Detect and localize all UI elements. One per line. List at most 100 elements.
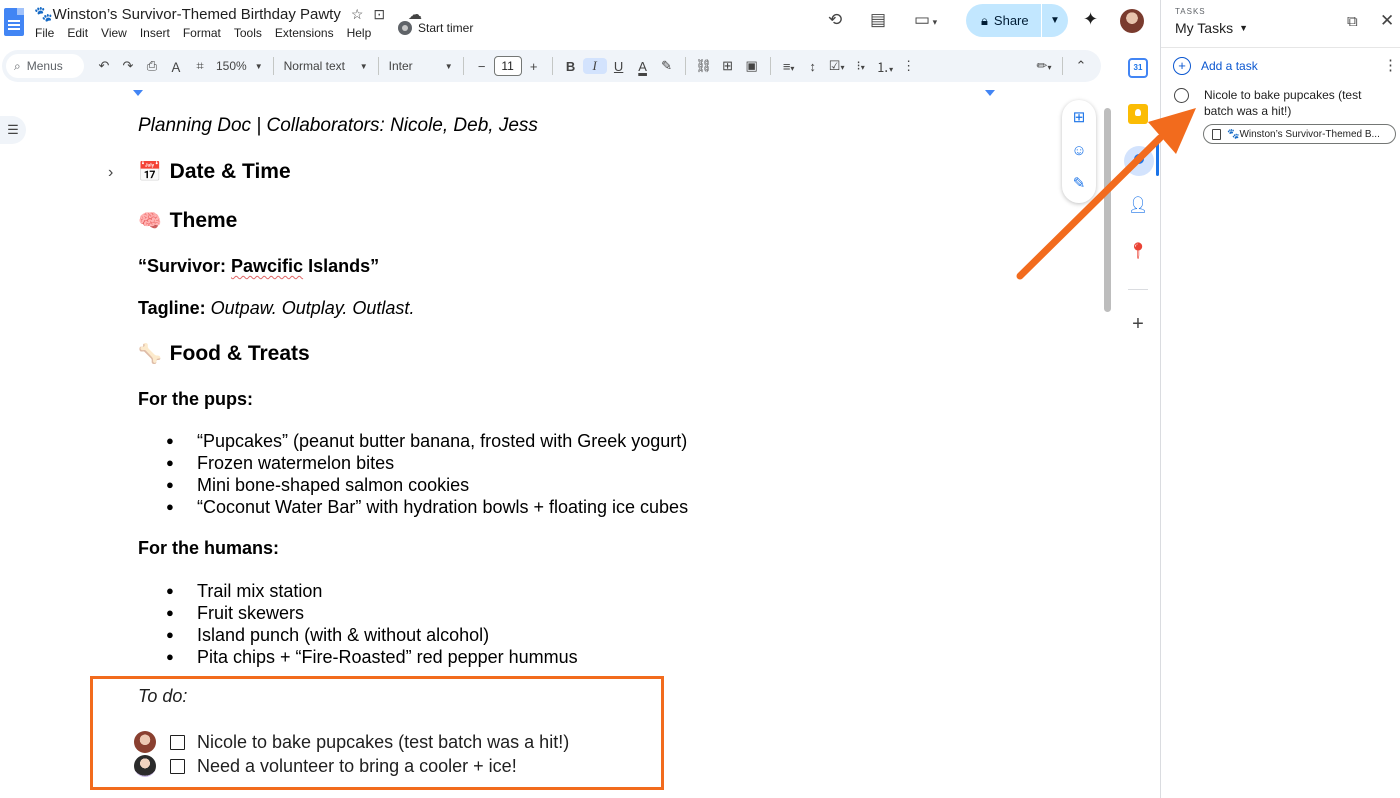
add-emoji-reaction-icon[interactable]: ☺ [1070,142,1088,160]
highlight-icon[interactable]: ✎ [655,58,679,74]
comments-icon[interactable]: ▤ [870,10,886,30]
text-color-icon[interactable]: A [631,59,655,74]
version-history-icon[interactable]: ⟲ [828,10,842,30]
spellcheck-icon[interactable]: Ａ [164,57,188,76]
tasks-app-icon[interactable] [1124,146,1154,176]
line-spacing-icon[interactable]: ↕ [801,59,825,74]
meet-icon[interactable]: ▭ ▾ [914,10,937,30]
pups-list: “Pupcakes” (peanut butter banana, froste… [166,430,688,518]
expand-section-chevron-icon[interactable]: › [108,164,113,182]
style-select[interactable]: Normal text ▼ [280,59,372,73]
hide-menus-chevron-up-icon[interactable]: ⌃ [1069,58,1093,74]
menu-format[interactable]: Format [183,26,221,40]
print-icon[interactable]: ⎙ [140,58,164,74]
humans-list: Trail mix station Fruit skewers Island p… [166,580,578,668]
bold-icon[interactable]: B [559,59,583,74]
account-avatar[interactable] [1120,9,1144,33]
menu-view[interactable]: View [101,26,127,40]
divider [272,57,274,75]
calendar-app-icon[interactable]: 31 [1128,58,1148,78]
redo-icon[interactable]: ↷ [116,58,140,74]
todo-checkbox[interactable] [170,734,185,750]
more-options-icon[interactable]: ⋮ [897,58,921,74]
document-title[interactable]: 🐾Winston’s Survivor-Themed Birthday Pawt… [34,5,341,23]
assignee-avatar[interactable] [134,755,156,777]
menu-tools[interactable]: Tools [234,26,262,40]
collaborators-line: Planning Doc | Collaborators: Nicole, De… [138,115,538,136]
divider [684,57,686,75]
left-indent-marker[interactable] [133,90,143,96]
align-icon[interactable]: ≡▾ [777,59,801,74]
assignee-avatar[interactable] [134,731,156,753]
docs-logo-icon[interactable] [4,8,24,36]
document-outline-button[interactable]: ☰ [0,116,26,144]
share-main[interactable]: 🔒︎ Share [966,4,1042,37]
underline-icon[interactable]: U [607,59,631,74]
more-options-icon[interactable]: ⋮ [1383,56,1398,74]
heading-text: Theme [169,209,238,232]
keep-app-icon[interactable] [1128,104,1148,124]
share-dropdown-icon[interactable]: ▼ [1042,15,1068,26]
brain-icon: 🧠 [138,211,162,232]
share-button[interactable]: 🔒︎ Share ▼ [966,4,1068,37]
checklist-icon[interactable]: ☑▾ [825,58,849,74]
task-title[interactable]: Nicole to bake pupcakes (test batch was … [1204,87,1394,119]
menus-search[interactable]: ⌕ Menus [6,54,84,78]
paint-format-icon[interactable]: ⌗ [188,58,212,74]
menu-file[interactable]: File [35,26,54,40]
menu-extensions[interactable]: Extensions [275,26,334,40]
italic-icon[interactable]: I [582,58,607,74]
list-item: Mini bone-shaped salmon cookies [166,474,688,496]
star-icon[interactable]: ☆ [351,6,364,23]
add-task-button[interactable]: + Add a task [1173,57,1258,75]
move-folder-icon[interactable]: ⊡ [373,6,385,23]
timer-icon [398,21,412,35]
numbered-list-icon[interactable]: ⒈▾ [873,57,897,76]
right-indent-marker[interactable] [985,90,995,96]
todo-text: Need a volunteer to bring a cooler + ice… [197,755,517,776]
theme-title-misspelled[interactable]: Pawcific [231,256,303,276]
insert-image-icon[interactable]: ▣ [740,58,764,74]
menu-bar: File Edit View Insert Format Tools Exten… [35,26,371,40]
list-item: Island punch (with & without alcohol) [166,624,578,646]
todo-checkbox[interactable] [170,758,185,774]
task-source-doc-chip[interactable]: 🐾Winston’s Survivor-Themed B... [1203,124,1396,144]
list-item: Trail mix station [166,580,578,602]
zoom-select[interactable]: 150% ▼ [212,59,267,73]
maps-app-icon[interactable]: 📍︎ [1128,242,1148,262]
decrease-font-size-button[interactable]: − [470,59,494,74]
list-item: Frozen watermelon bites [166,452,688,474]
add-comment-icon[interactable]: ⊞ [1070,109,1088,127]
menu-help[interactable]: Help [347,26,372,40]
suggest-edits-icon[interactable]: ✎ [1070,175,1088,193]
get-add-ons-plus-icon[interactable]: + [1128,314,1148,334]
open-in-new-tab-icon[interactable]: ⧉ [1347,13,1358,30]
todo-text: Nicole to bake pupcakes (test batch was … [197,731,570,752]
task-complete-radio[interactable] [1174,88,1189,103]
menu-insert[interactable]: Insert [140,26,170,40]
close-icon[interactable]: ✕ [1380,11,1394,31]
undo-icon[interactable]: ↶ [92,58,116,74]
divider [551,57,553,75]
font-size-input[interactable]: 11 [493,56,522,76]
share-label: Share [993,13,1029,28]
font-select[interactable]: Inter ▼ [385,59,457,73]
panel-kicker: TASKS [1175,7,1206,16]
theme-title-post: Islands” [303,256,380,276]
start-timer-button[interactable]: Start timer [398,21,473,35]
bulleted-list-icon[interactable]: ⁝▾ [849,58,873,74]
gemini-sparkle-icon[interactable]: ✦ [1083,9,1098,30]
theme-title: “Survivor: Pawcific Islands” [138,256,379,277]
divider [462,57,464,75]
insert-link-icon[interactable]: ⛓ [692,58,716,74]
contacts-app-icon[interactable]: 👤︎ [1128,196,1148,216]
add-task-icon: + [1173,57,1191,75]
menu-edit[interactable]: Edit [67,26,88,40]
tagline-text: Outpaw. Outplay. Outlast. [205,298,415,318]
document-scrollbar[interactable] [1104,108,1111,312]
increase-font-size-button[interactable]: + [522,59,546,74]
task-list-select[interactable]: My Tasks ▼ [1175,20,1248,36]
add-comment-icon[interactable]: ⊞ [716,58,740,74]
editing-mode-icon[interactable]: ✏▾ [1032,58,1056,74]
style-value: Normal text [283,59,345,73]
